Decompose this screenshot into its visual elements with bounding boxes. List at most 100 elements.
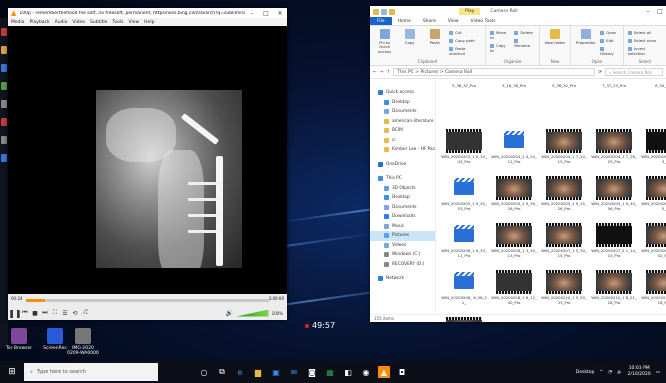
nav-item-quick-access[interactable]: Quick access — [370, 88, 435, 98]
file-item[interactable]: WIN_20200210_1 8_21_18_Pro — [590, 270, 638, 317]
delete-button[interactable]: Delete — [514, 30, 535, 35]
desktop-toolbar-label[interactable]: Desktop — [576, 370, 595, 375]
camera-icon[interactable]: ◙ — [306, 366, 318, 378]
forward-icon[interactable]: → — [380, 70, 384, 75]
nav-item-this-pc[interactable]: This PC — [370, 174, 435, 184]
app-icon[interactable] — [1, 64, 7, 72]
file-item[interactable]: WIN_20200207_2 1_14_15_Pro — [590, 223, 638, 270]
explorer-titlebar[interactable]: Play Camera Roll – □ — [370, 6, 666, 17]
vlc-icon[interactable]: ▲ — [378, 366, 390, 378]
maximize-icon[interactable]: □ — [654, 8, 666, 15]
file-item[interactable]: WIN_20200205_1 9_39_26_Pro — [490, 176, 538, 223]
history-button[interactable]: History — [600, 46, 619, 56]
nav-item-videos[interactable]: Videos — [370, 241, 435, 251]
file-explorer-icon[interactable]: ▆ — [252, 366, 264, 378]
playlist-icon[interactable]: ☰ — [61, 309, 69, 317]
file-item[interactable]: 5_36_32_Pro — [440, 82, 488, 129]
network-icon[interactable]: ◔ — [608, 370, 612, 375]
file-item[interactable]: WIN_20200204_1 7_24_15_Pro — [540, 129, 588, 176]
nav-item-desktop[interactable]: Desktop — [370, 193, 435, 203]
fullscreen-icon[interactable]: ⛶ — [51, 309, 59, 317]
app-icon[interactable] — [1, 100, 7, 108]
tab-share[interactable]: Share — [417, 19, 442, 24]
file-item[interactable]: 5_16_38_Pro — [490, 82, 538, 129]
photos-icon[interactable]: ▦ — [324, 366, 336, 378]
file-item[interactable]: WIN_20200208_1 8_12_40_Pro — [490, 270, 538, 317]
start-button[interactable]: ⊞ — [0, 361, 24, 383]
edit-button[interactable]: Edit — [600, 38, 619, 43]
select-all-button[interactable]: Select all — [628, 30, 662, 35]
app-icon[interactable] — [1, 82, 7, 90]
nav-item-network[interactable]: Network — [370, 274, 435, 284]
file-item[interactable]: 7_37_23_Pro — [590, 82, 638, 129]
menu-help[interactable]: Help — [144, 20, 154, 25]
cut-button[interactable]: Cut — [449, 30, 481, 35]
speaker-icon[interactable]: 🔊 — [226, 309, 234, 317]
clock[interactable]: 10:03 PM 2/10/2020 — [628, 366, 651, 378]
nav-item-kimber-lee-hf-pac[interactable]: Kimber Lee - HF Pac — [370, 145, 435, 155]
tab-file[interactable]: File — [370, 17, 392, 25]
minimize-icon[interactable]: – — [245, 10, 259, 17]
file-item[interactable]: WIN_20200204_1 7_26_25_Pro — [590, 129, 638, 176]
maximize-icon[interactable]: □ — [259, 10, 273, 17]
nav-item-documents[interactable]: Documents — [370, 203, 435, 213]
vlc-titlebar[interactable]: ▲ 100p - remembertheflood file soft, no … — [8, 8, 287, 18]
nav-item-music[interactable]: Music — [370, 222, 435, 232]
file-item[interactable]: WIN_20200205_ 8_32_40_ — [640, 176, 666, 223]
contextual-tab-play[interactable]: Play — [459, 8, 481, 15]
properties-icon[interactable] — [381, 8, 387, 15]
move-to-button[interactable]: Move to — [490, 30, 510, 40]
nav-item-recovery-d[interactable]: RECOVERY (D:) — [370, 260, 435, 270]
volume-control[interactable]: 🔊 100% — [226, 309, 283, 317]
file-item[interactable]: WIN_20200203_1 9_14_43_Pro — [440, 129, 488, 176]
file-item[interactable]: WIN_20200205_1 9_15_26_Pro — [540, 176, 588, 223]
seek-bar[interactable]: 00:24 3:00:00 — [8, 294, 287, 306]
nav-item-onedrive[interactable]: OneDrive — [370, 160, 435, 170]
search-box[interactable]: ⌕ Search Camera Roll — [605, 68, 663, 76]
app-icon[interactable] — [1, 28, 7, 36]
nav-item-3d-objects[interactable]: 3D Objects — [370, 184, 435, 194]
seek-track[interactable] — [26, 299, 269, 302]
tab-view[interactable]: View — [442, 19, 465, 24]
file-item[interactable]: WIN_20200207_1 5_34_15_Pro — [540, 223, 588, 270]
menu-playback[interactable]: Playback — [30, 20, 50, 25]
file-item[interactable]: WIN_20200205_ 8_03_13_ — [640, 129, 666, 176]
new-folder-icon[interactable] — [389, 8, 395, 15]
task-view-icon[interactable]: ⧉ — [216, 366, 228, 378]
app-icon[interactable] — [1, 136, 7, 144]
file-item[interactable]: WIN_20200206_1 9_33_11_Pro — [440, 223, 488, 270]
copy-to-button[interactable]: Copy to — [490, 43, 510, 53]
file-item[interactable]: WIN_20200210_1 8_26_18_Pro — [640, 270, 666, 317]
menu-audio[interactable]: Audio — [55, 20, 68, 25]
invert-selection-button[interactable]: Invert selection — [628, 46, 662, 56]
file-item[interactable]: WIN_20200208_1 5_12_02_Pro — [640, 223, 666, 270]
app-icon[interactable]: ◧ — [342, 366, 354, 378]
minimize-icon[interactable]: – — [642, 8, 654, 15]
app-icon[interactable] — [1, 118, 7, 126]
chevron-up-icon[interactable]: ^ — [599, 370, 603, 375]
file-item[interactable]: 6_34_45_ — [640, 82, 666, 129]
nav-item-windows-c[interactable]: Windows (C:) — [370, 250, 435, 260]
taskbar-search[interactable]: ⌕ Type here to search — [24, 363, 158, 381]
stop-icon[interactable]: ■ — [31, 309, 39, 317]
app-icon[interactable] — [1, 46, 7, 54]
nav-item-documents[interactable]: Documents — [370, 107, 435, 117]
paste-shortcut-button[interactable]: Paste shortcut — [449, 46, 481, 56]
open-button[interactable]: Open — [600, 30, 619, 35]
nav-item-downloads[interactable]: Downloads — [370, 212, 435, 222]
nav-item-ci[interactable]: ci — [370, 136, 435, 146]
store-icon[interactable]: ▣ — [270, 366, 282, 378]
nav-item-desktop[interactable]: Desktop — [370, 98, 435, 108]
volume-icon[interactable]: 🔈 — [617, 370, 623, 375]
shuffle-icon[interactable]: ⤮ — [81, 309, 89, 317]
volume-slider[interactable] — [236, 309, 269, 317]
copy-path-button[interactable]: Copy path — [449, 38, 481, 43]
close-icon[interactable]: ✕ — [273, 10, 287, 17]
tab-video-tools[interactable]: Video Tools — [465, 19, 502, 24]
next-icon[interactable]: ⏭ — [41, 309, 49, 317]
app-icon[interactable] — [1, 154, 7, 162]
camera-app-icon[interactable]: ◘ — [396, 366, 408, 378]
file-item[interactable]: WIN_20200210_1 5_20_33_Pro — [540, 270, 588, 317]
up-icon[interactable]: ↑ — [387, 70, 391, 75]
select-none-button[interactable]: Select none — [628, 38, 662, 43]
